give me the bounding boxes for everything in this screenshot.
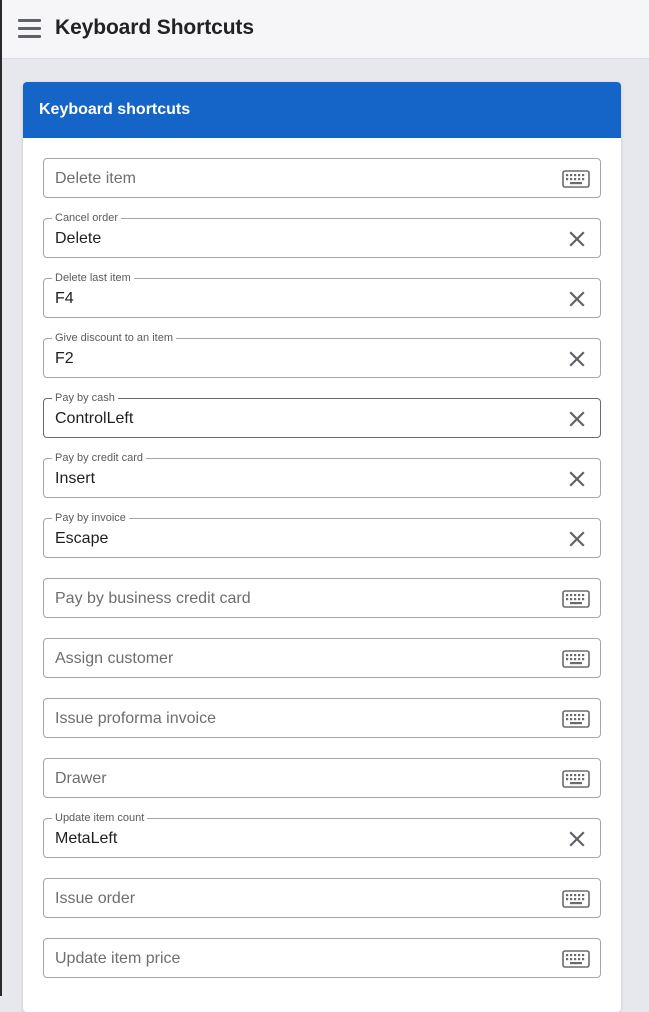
shortcut-field-assign-customer[interactable]: Assign customer <box>43 638 601 678</box>
clear-icon[interactable] <box>568 530 586 548</box>
clear-icon[interactable] <box>568 290 586 308</box>
field-label: Cancel order <box>52 212 121 224</box>
field-value: Delete <box>55 230 102 247</box>
shortcut-field-pay-by-credit-card[interactable]: Pay by credit card Insert <box>43 452 601 498</box>
clear-icon[interactable] <box>568 470 586 488</box>
field-value: F2 <box>55 350 74 367</box>
field-placeholder: Delete item <box>55 170 136 187</box>
shortcut-field-pay-by-cash[interactable]: Pay by cash ControlLeft <box>43 392 601 438</box>
keyboard-icon[interactable] <box>562 170 590 188</box>
clear-icon[interactable] <box>568 230 586 248</box>
card-header: Keyboard shortcuts <box>23 82 621 138</box>
shortcut-field-delete-item[interactable]: Delete item <box>43 158 601 198</box>
field-value: Escape <box>55 530 109 547</box>
shortcuts-card: Keyboard shortcuts Delete item Cancel ord… <box>23 82 621 1012</box>
keyboard-icon[interactable] <box>562 890 590 908</box>
field-label: Pay by credit card <box>52 452 147 464</box>
shortcut-field-give-discount-to-an-item[interactable]: Give discount to an item F2 <box>43 332 601 378</box>
clear-icon[interactable] <box>568 350 586 368</box>
field-label: Give discount to an item <box>52 332 177 344</box>
keyboard-icon[interactable] <box>562 710 590 728</box>
page-title: Keyboard Shortcuts <box>55 16 254 39</box>
field-placeholder: Assign customer <box>55 650 174 667</box>
keyboard-icon[interactable] <box>562 950 590 968</box>
clear-icon[interactable] <box>568 410 586 428</box>
hamburger-menu-icon[interactable] <box>18 18 41 39</box>
field-value: Insert <box>55 470 96 487</box>
field-value: F4 <box>55 290 74 307</box>
field-placeholder: Drawer <box>55 770 107 787</box>
shortcut-field-delete-last-item[interactable]: Delete last item F4 <box>43 272 601 318</box>
field-value: ControlLeft <box>55 410 134 427</box>
field-label: Pay by invoice <box>52 512 129 524</box>
shortcut-field-update-item-count[interactable]: Update item count MetaLeft <box>43 812 601 858</box>
field-placeholder: Pay by business credit card <box>55 590 251 607</box>
keyboard-icon[interactable] <box>562 770 590 788</box>
shortcut-field-issue-order[interactable]: Issue order <box>43 878 601 918</box>
field-label: Pay by cash <box>52 392 118 404</box>
field-placeholder: Issue proforma invoice <box>55 710 216 727</box>
shortcut-field-pay-by-invoice[interactable]: Pay by invoice Escape <box>43 512 601 558</box>
shortcut-field-issue-proforma-invoice[interactable]: Issue proforma invoice <box>43 698 601 738</box>
shortcut-field-pay-by-business-credit-card[interactable]: Pay by business credit card <box>43 578 601 618</box>
field-label: Update item count <box>52 812 148 824</box>
app-bar: Keyboard Shortcuts <box>2 0 649 59</box>
keyboard-icon[interactable] <box>562 650 590 668</box>
field-label: Delete last item <box>52 272 134 284</box>
window-edge <box>0 0 2 996</box>
shortcut-field-cancel-order[interactable]: Cancel order Delete <box>43 212 601 258</box>
field-placeholder: Update item price <box>55 950 181 967</box>
clear-icon[interactable] <box>568 830 586 848</box>
field-value: MetaLeft <box>55 830 118 847</box>
shortcut-field-drawer[interactable]: Drawer <box>43 758 601 798</box>
keyboard-icon[interactable] <box>562 590 590 608</box>
field-placeholder: Issue order <box>55 890 136 907</box>
shortcut-field-update-item-price[interactable]: Update item price <box>43 938 601 978</box>
